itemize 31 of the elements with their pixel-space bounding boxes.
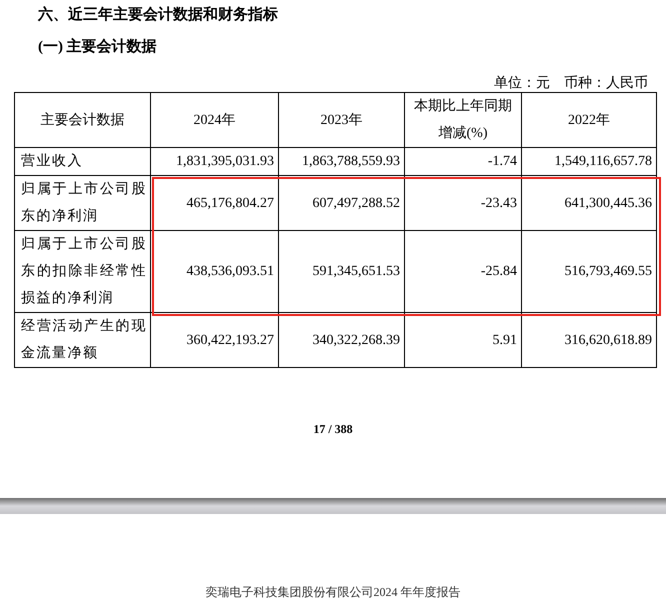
table-cell: 591,345,651.53 [278, 230, 404, 312]
row-label: 归属于上市公司股东的扣除非经常性损益的净利润 [14, 230, 150, 312]
table-cell: 607,497,288.52 [278, 176, 404, 230]
subsection-heading: (一) 主要会计数据 [38, 37, 157, 57]
table-cell: 5.91 [404, 312, 522, 368]
column-header: 2023年 [278, 92, 404, 148]
table-cell: 1,863,788,559.93 [278, 148, 404, 176]
table-cell: 360,422,193.27 [150, 312, 278, 368]
table-cell: -1.74 [404, 148, 522, 176]
table-cell: 465,176,804.27 [150, 176, 278, 230]
table-cell: 1,831,395,031.93 [150, 148, 278, 176]
page-header-text: 奕瑞电子科技集团股份有限公司2024 年年度报告 [204, 584, 462, 600]
table-cell: 438,536,093.51 [150, 230, 278, 312]
column-header: 2024年 [150, 92, 278, 148]
section-heading: 六、近三年主要会计数据和财务指标 [38, 5, 278, 25]
page-number: 17 / 388 [312, 421, 354, 438]
column-header: 主要会计数据 [14, 92, 150, 148]
unit-note: 单位：元 [494, 75, 550, 93]
column-header: 本期比上年同期增减(%) [404, 92, 522, 148]
column-header: 2022年 [522, 92, 656, 148]
table-cell: 516,793,469.55 [522, 230, 656, 312]
table-cell: -23.43 [404, 176, 522, 230]
table-cell: 641,300,445.36 [522, 176, 656, 230]
unit-note: 币种：人民币 [564, 75, 648, 93]
table-cell: 316,620,618.89 [522, 312, 656, 368]
table-cell: -25.84 [404, 230, 522, 312]
table-cell: 340,322,268.39 [278, 312, 404, 368]
row-label: 归属于上市公司股东的净利润 [14, 176, 150, 230]
row-label: 经营活动产生的现金流量净额 [14, 312, 150, 368]
row-label: 营业收入 [14, 148, 150, 176]
table-cell: 1,549,116,657.78 [522, 148, 656, 176]
